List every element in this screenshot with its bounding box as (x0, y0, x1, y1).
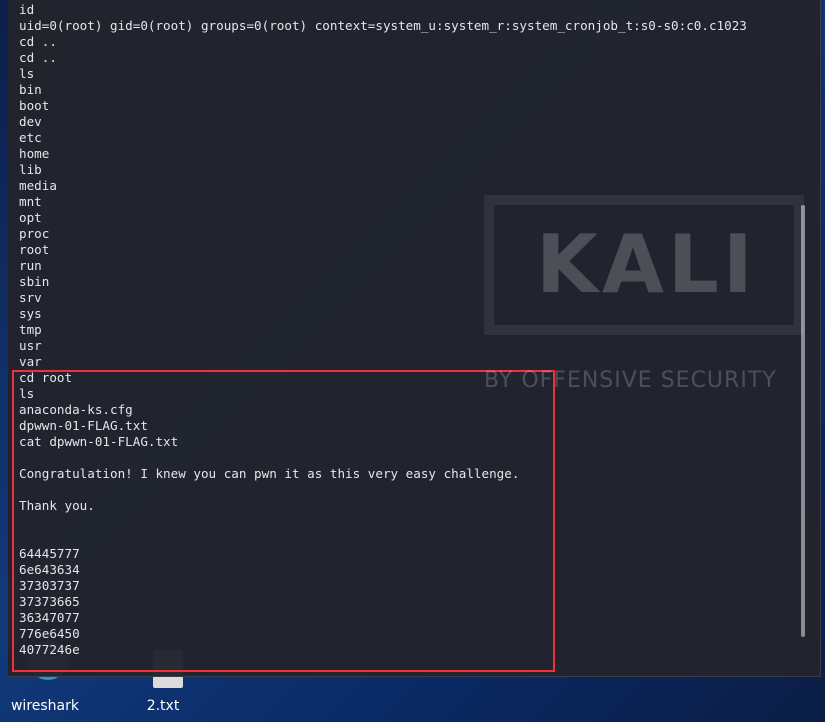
terminal-line: home (19, 146, 50, 161)
terminal-line: uid=0(root) gid=0(root) groups=0(root) c… (19, 18, 747, 33)
terminal-line: media (19, 178, 57, 193)
terminal-line: usr (19, 338, 42, 353)
terminal-line: mnt (19, 194, 42, 209)
terminal-line: proc (19, 226, 50, 241)
terminal-line: root (19, 242, 50, 257)
terminal-line: cd .. (19, 50, 57, 65)
terminal-line: id (19, 2, 35, 17)
terminal-scrollbar[interactable] (801, 205, 805, 637)
terminal-line: bin (19, 82, 42, 97)
terminal-line: tmp (19, 322, 42, 337)
terminal-line: sys (19, 306, 42, 321)
terminal-line: ls (19, 66, 35, 81)
terminal-line: dev (19, 114, 42, 129)
terminal-line: etc (19, 130, 42, 145)
desktop-icon-label: 2.txt (146, 698, 180, 714)
terminal-line: var (19, 354, 42, 369)
terminal-line: srv (19, 290, 42, 305)
terminal-line: cd .. (19, 34, 57, 49)
terminal-line: run (19, 258, 42, 273)
terminal-line: sbin (19, 274, 50, 289)
terminal-line: lib (19, 162, 42, 177)
desktop-icon-label: wireshark (10, 698, 79, 714)
terminal-line: opt (19, 210, 42, 225)
highlight-annotation-box (12, 370, 555, 672)
terminal-line: boot (19, 98, 50, 113)
